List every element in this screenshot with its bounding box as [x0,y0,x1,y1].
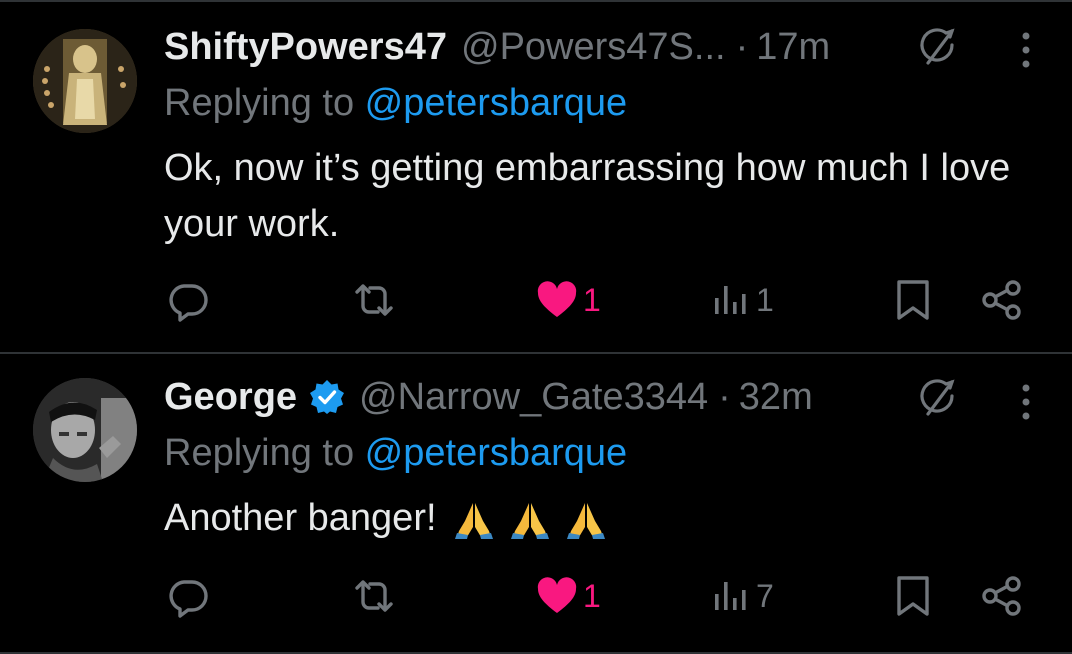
grok-icon[interactable] [916,376,960,420]
tweet-text: Another banger! [164,490,1044,546]
bookmark-button[interactable] [894,574,932,618]
like-count: 1 [583,281,601,318]
replying-to: Replying to @petersbarque [164,82,627,125]
retweet-icon [355,580,393,612]
reply-tweet[interactable]: ShiftyPowers47 @Powers47S... · 17m Reply… [0,0,1072,354]
folded-hands-emoji [566,502,605,539]
reply-icon [169,580,208,618]
views-icon [715,582,746,610]
replying-prefix: Replying to [164,432,365,474]
like-count: 1 [583,577,601,614]
like-button[interactable]: 1 [535,574,601,618]
user-handle[interactable]: @Powers47S... [461,26,726,69]
action-bar: 1 1 [0,270,1072,330]
reply-tweet[interactable]: George @Narrow_Gate3344 · 32m Replying t… [0,354,1072,654]
display-name[interactable]: George [164,376,297,419]
like-button[interactable]: 1 [535,278,601,322]
retweet-icon [355,284,393,316]
heart-filled-icon [537,577,577,613]
more-options-icon[interactable] [1020,30,1032,70]
retweet-button[interactable] [352,574,396,618]
views-icon [715,286,746,314]
heart-filled-icon [537,281,577,317]
avatar[interactable] [33,29,137,133]
reply-button[interactable] [166,278,210,322]
share-icon [982,576,1021,616]
folded-hands-emoji [454,502,493,539]
display-name[interactable]: ShiftyPowers47 [164,26,447,69]
action-bar: 1 7 [0,566,1072,626]
share-button[interactable] [980,278,1024,322]
bookmark-icon [897,280,929,320]
tweet-header: ShiftyPowers47 @Powers47S... · 17m [164,22,830,72]
views-count: 1 [756,281,774,318]
bookmark-icon [897,576,929,616]
separator-dot: · [735,25,749,68]
bookmark-button[interactable] [894,278,932,322]
tweet-header: George @Narrow_Gate3344 · 32m [164,372,813,422]
tweet-text: Ok, now it’s getting embarrassing how mu… [164,147,1011,245]
reply-icon [169,284,208,322]
share-button[interactable] [980,574,1024,618]
timestamp[interactable]: 32m [739,376,813,419]
views-button[interactable]: 7 [712,574,774,618]
retweet-button[interactable] [352,278,396,322]
tweet-text-content: Another banger! [164,497,437,539]
timestamp[interactable]: 17m [756,26,830,69]
views-count: 7 [756,577,774,614]
reply-button[interactable] [166,574,210,618]
replying-to-link[interactable]: @petersbarque [365,82,628,124]
verified-badge-icon [309,379,345,415]
avatar[interactable] [33,378,137,482]
replying-to-link[interactable]: @petersbarque [365,432,628,474]
replying-prefix: Replying to [164,82,365,124]
share-icon [982,280,1021,320]
separator-dot: · [718,375,731,418]
replying-to: Replying to @petersbarque [164,432,627,475]
more-options-icon[interactable] [1020,382,1032,422]
grok-icon[interactable] [916,25,960,69]
folded-hands-emoji [510,502,549,539]
views-button[interactable]: 1 [712,278,774,322]
user-handle[interactable]: @Narrow_Gate3344 [359,376,708,419]
emoji-group [453,499,607,541]
